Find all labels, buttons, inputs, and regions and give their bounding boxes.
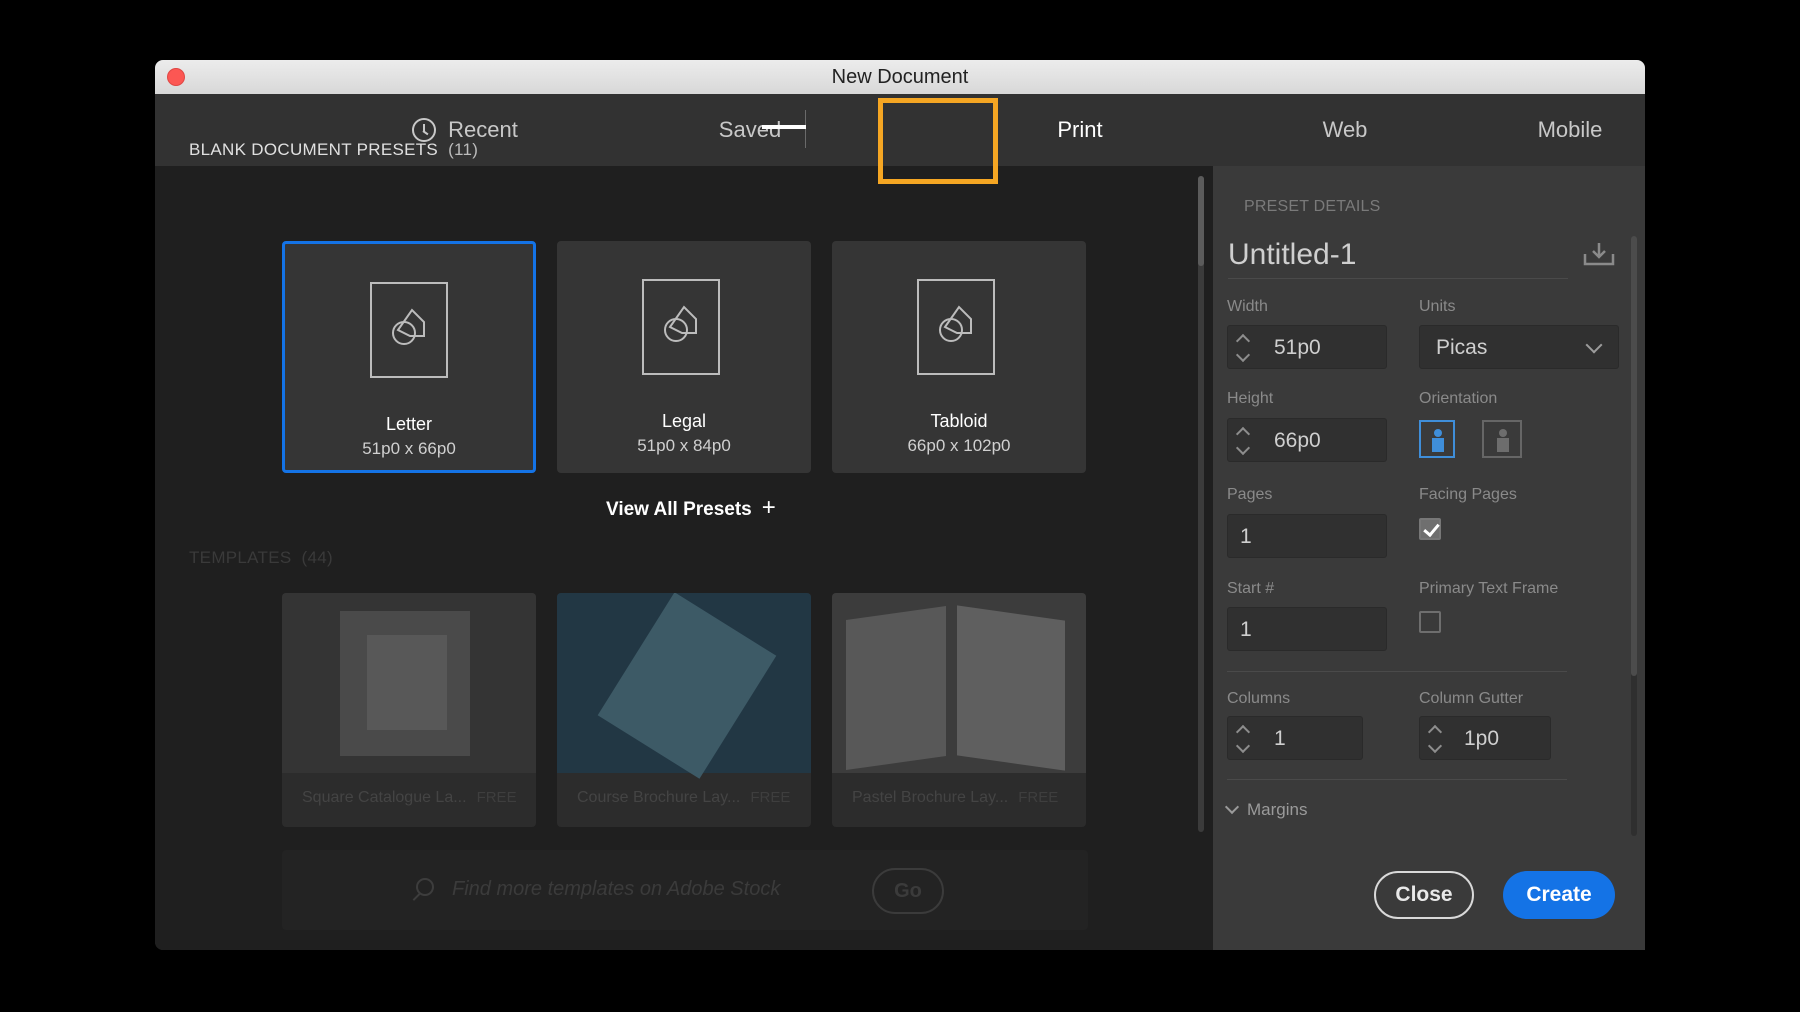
template-card-course-brochure[interactable]: Course Brochure Lay... FREE — [557, 593, 811, 827]
chevron-down-icon — [1585, 336, 1603, 354]
free-badge: FREE — [476, 789, 517, 806]
tab-print-label: Print — [1057, 117, 1103, 142]
tab-web[interactable]: Web — [1275, 94, 1415, 166]
template-name: Square Catalogue La... FREE — [302, 789, 517, 806]
title-bar: New Document — [155, 60, 1645, 95]
document-preset-icon — [370, 282, 448, 378]
template-thumbnail — [557, 593, 811, 773]
preset-size: 51p0 x 84p0 — [637, 436, 731, 455]
go-button[interactable]: Go — [872, 868, 944, 914]
units-select[interactable]: Picas — [1419, 325, 1619, 369]
preset-card-tabloid[interactable]: Tabloid 66p0 x 102p0 — [832, 241, 1086, 473]
start-number-label: Start # — [1227, 580, 1275, 597]
tab-mobile-label: Mobile — [1537, 117, 1603, 142]
name-underline — [1228, 278, 1568, 279]
facing-pages-label: Facing Pages — [1419, 486, 1517, 503]
margins-section-toggle[interactable]: Margins — [1224, 799, 1307, 820]
units-label: Units — [1419, 298, 1456, 315]
gutter-stepper[interactable] — [1426, 721, 1446, 757]
orientation-label: Orientation — [1419, 390, 1498, 407]
clock-icon — [412, 118, 437, 142]
templates-heading: TEMPLATES (44) — [189, 548, 333, 567]
facing-pages-checkbox[interactable] — [1419, 518, 1441, 540]
primary-text-frame-checkbox[interactable] — [1419, 611, 1441, 633]
blank-presets-heading: BLANK DOCUMENT PRESETS (11) — [189, 140, 479, 159]
height-stepper[interactable] — [1234, 423, 1254, 459]
portrait-icon — [1434, 429, 1442, 437]
columns-field[interactable]: 1 — [1227, 716, 1363, 760]
details-scrollbar[interactable] — [1631, 236, 1637, 836]
search-icon — [416, 878, 434, 896]
width-field[interactable]: 51p0 — [1227, 325, 1387, 369]
chevron-down-icon — [1224, 799, 1240, 815]
preset-name: Legal — [661, 411, 707, 431]
stock-search-bar: Find more templates on Adobe Stock Go — [282, 850, 1088, 930]
preset-name: Tabloid — [930, 411, 988, 431]
start-number-field[interactable]: 1 — [1227, 607, 1387, 651]
document-preset-icon — [642, 279, 720, 375]
landscape-icon — [1499, 429, 1507, 437]
details-divider — [1227, 779, 1567, 780]
details-divider — [1227, 671, 1567, 672]
create-button[interactable]: Create — [1503, 871, 1615, 919]
save-preset-icon[interactable] — [1583, 242, 1615, 266]
document-name-field[interactable]: Untitled-1 — [1228, 238, 1356, 272]
presets-scroll-thumb[interactable] — [1198, 176, 1204, 266]
window-title: New Document — [831, 66, 969, 88]
print-tab-highlight — [878, 98, 998, 184]
preset-details-panel — [1213, 166, 1645, 950]
template-name: Course Brochure Lay... FREE — [577, 789, 791, 806]
portrait-orientation-button[interactable] — [1419, 420, 1455, 458]
width-label: Width — [1227, 298, 1268, 315]
tab-saved-label: Saved — [718, 117, 782, 142]
view-all-presets-link[interactable]: View All Presets + — [606, 494, 776, 522]
template-card-pastel-brochure[interactable]: Pastel Brochure Lay... FREE — [832, 593, 1086, 827]
pages-label: Pages — [1227, 486, 1273, 503]
document-preset-icon — [917, 279, 995, 375]
active-tab-indicator — [762, 125, 806, 129]
free-badge: FREE — [750, 789, 791, 806]
tab-saved[interactable]: Saved — [615, 94, 885, 166]
tab-separator — [805, 110, 806, 148]
tab-mobile[interactable]: Mobile — [1415, 94, 1645, 166]
height-label: Height — [1227, 390, 1274, 407]
template-name: Pastel Brochure Lay... FREE — [852, 789, 1059, 806]
tab-web-label: Web — [1322, 117, 1368, 142]
free-badge: FREE — [1018, 789, 1059, 806]
template-card-square-catalogue[interactable]: Square Catalogue La... FREE — [282, 593, 536, 827]
width-stepper[interactable] — [1234, 330, 1254, 366]
preset-card-legal[interactable]: Legal 51p0 x 84p0 — [557, 241, 811, 473]
columns-stepper[interactable] — [1234, 721, 1254, 757]
stock-search-input[interactable]: Find more templates on Adobe Stock — [452, 878, 780, 901]
presets-scrollbar[interactable] — [1198, 176, 1204, 832]
template-thumbnail — [832, 593, 1086, 773]
primary-text-frame-label: Primary Text Frame — [1419, 580, 1559, 597]
preset-size: 66p0 x 102p0 — [907, 436, 1011, 455]
height-field[interactable]: 66p0 — [1227, 418, 1387, 462]
preset-name: Letter — [385, 414, 433, 434]
columns-label: Columns — [1227, 690, 1291, 707]
plus-icon: + — [761, 494, 776, 521]
preset-size: 51p0 x 66p0 — [362, 439, 456, 458]
close-button[interactable]: Close — [1374, 871, 1474, 919]
pages-field[interactable]: 1 — [1227, 514, 1387, 558]
details-scroll-thumb[interactable] — [1631, 236, 1637, 676]
preset-card-letter[interactable]: Letter 51p0 x 66p0 — [282, 241, 536, 473]
landscape-orientation-button[interactable] — [1482, 420, 1522, 458]
column-gutter-label: Column Gutter — [1419, 690, 1524, 707]
preset-details-heading: PRESET DETAILS — [1244, 198, 1381, 215]
column-gutter-field[interactable]: 1p0 — [1419, 716, 1551, 760]
template-thumbnail — [282, 593, 536, 773]
